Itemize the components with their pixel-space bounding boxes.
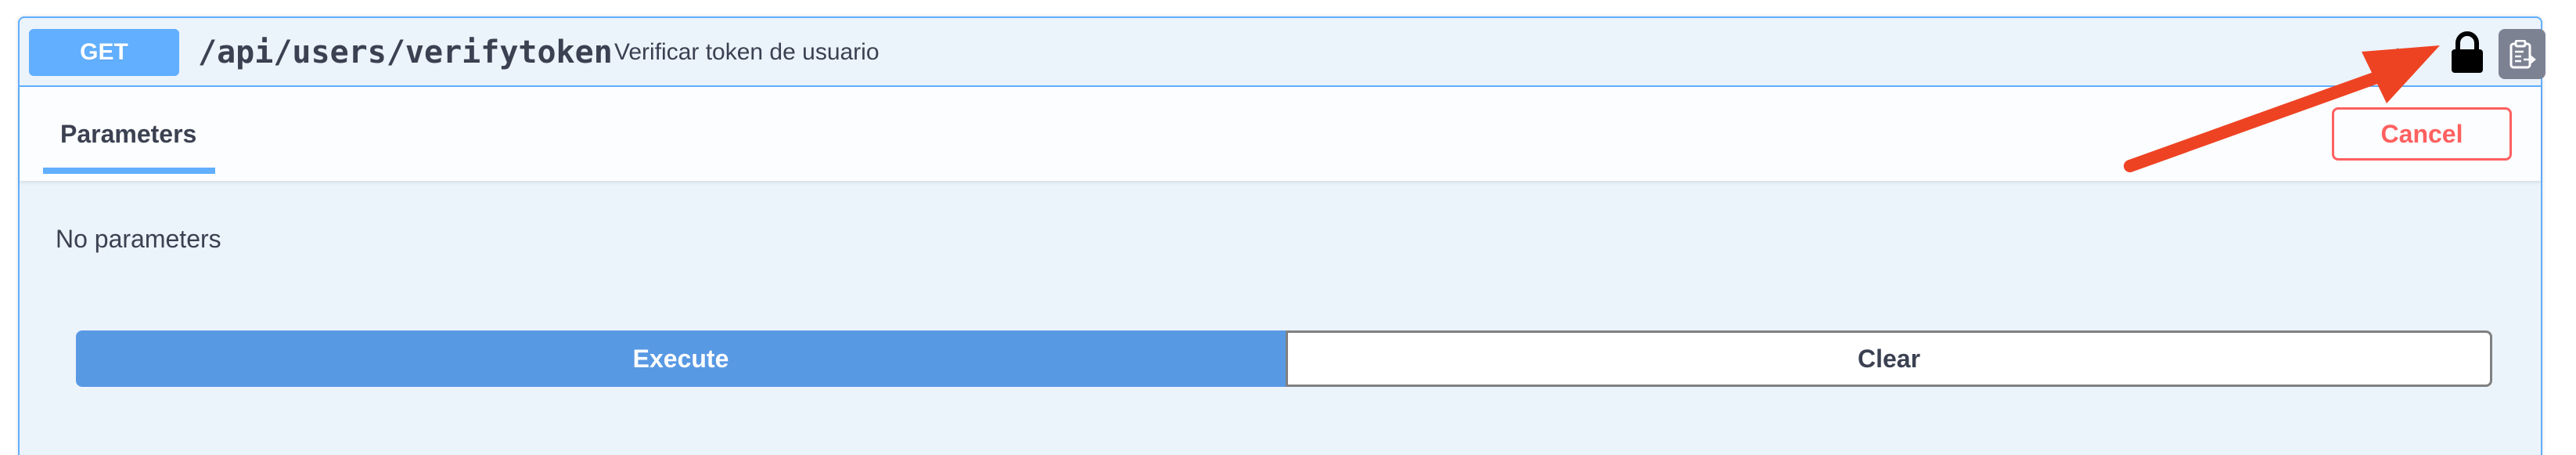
clear-button[interactable]: Clear bbox=[1286, 330, 2492, 387]
no-parameters-message: No parameters bbox=[56, 225, 221, 253]
chevron-up-icon[interactable] bbox=[2380, 45, 2415, 67]
copy-to-clipboard-button[interactable] bbox=[2499, 29, 2545, 79]
operation-block: GET /api/users/verifytoken Verificar tok… bbox=[18, 16, 2545, 455]
tab-header: Parameters Cancel bbox=[20, 87, 2541, 181]
tab-parameters[interactable]: Parameters bbox=[43, 87, 217, 181]
cancel-button[interactable]: Cancel bbox=[2332, 107, 2512, 161]
method-badge: GET bbox=[29, 29, 179, 76]
tab-parameters-label: Parameters bbox=[60, 120, 197, 148]
execute-wrapper: Execute Clear bbox=[76, 330, 2492, 387]
active-tab-indicator bbox=[43, 168, 215, 174]
execute-button[interactable]: Execute bbox=[76, 330, 1286, 387]
operation-path: /api/users/verifytoken bbox=[198, 34, 613, 70]
clipboard-copy-icon bbox=[2509, 40, 2536, 69]
operation-description: Verificar token de usuario bbox=[614, 39, 880, 65]
operation-summary[interactable]: GET /api/users/verifytoken Verificar tok… bbox=[20, 18, 2545, 87]
lock-icon[interactable] bbox=[2448, 29, 2486, 76]
